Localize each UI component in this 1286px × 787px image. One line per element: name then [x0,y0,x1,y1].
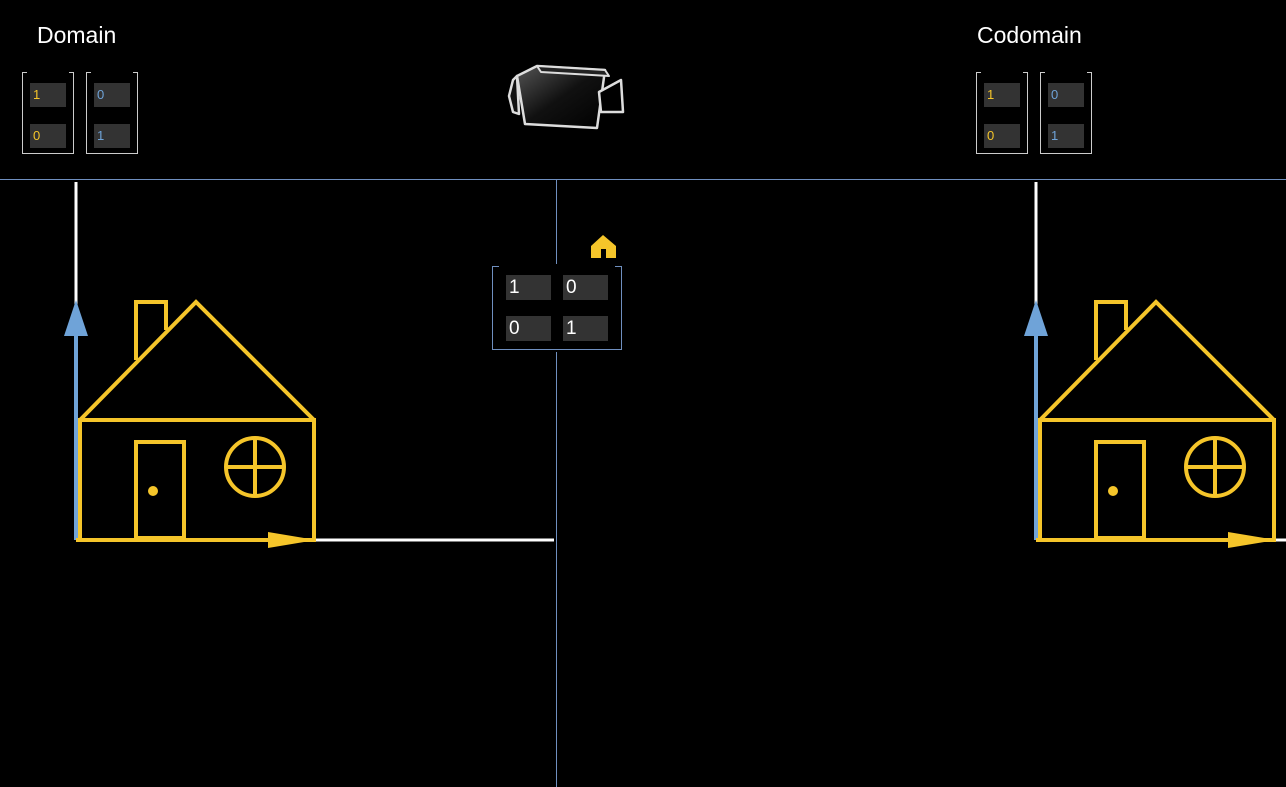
video-camera-icon[interactable] [505,62,627,134]
codomain-basis-y-x-input[interactable]: 0 [1048,83,1084,107]
domain-basis-x-x-input[interactable]: 1 [30,83,66,107]
codomain-title: Codomain [977,22,1082,48]
codomain-house [1038,299,1276,542]
transform-matrix: 1 0 0 1 [492,264,622,352]
codomain-scene [1024,182,1286,548]
domain-basis-y-x-input[interactable]: 0 [94,83,130,107]
matrix-cell-r2c1[interactable]: 0 [506,316,551,341]
domain-house [78,299,316,542]
app-root: Domain 1 0 0 1 Codomain 1 0 0 1 1 0 0 1 [0,0,1286,787]
codomain-basis-y-y-input[interactable]: 1 [1048,124,1084,148]
domain-scene [64,182,554,548]
domain-basis-x-y-input[interactable]: 0 [30,124,66,148]
codomain-basis-x-y-input[interactable]: 0 [984,124,1020,148]
matrix-cell-r1c1[interactable]: 1 [506,275,551,300]
domain-title: Domain [37,22,117,48]
domain-basis-y-y-input[interactable]: 1 [94,124,130,148]
codomain-basis-y-vector: 0 1 [1040,70,1092,156]
codomain-basis-x-x-input[interactable]: 1 [984,83,1020,107]
home-icon[interactable] [590,233,618,259]
codomain-basis-x-vector: 1 0 [976,70,1028,156]
matrix-cell-r2c2[interactable]: 1 [563,316,608,341]
matrix-cell-r1c2[interactable]: 0 [563,275,608,300]
domain-basis-y-vector: 0 1 [86,70,138,156]
domain-basis-x-vector: 1 0 [22,70,74,156]
